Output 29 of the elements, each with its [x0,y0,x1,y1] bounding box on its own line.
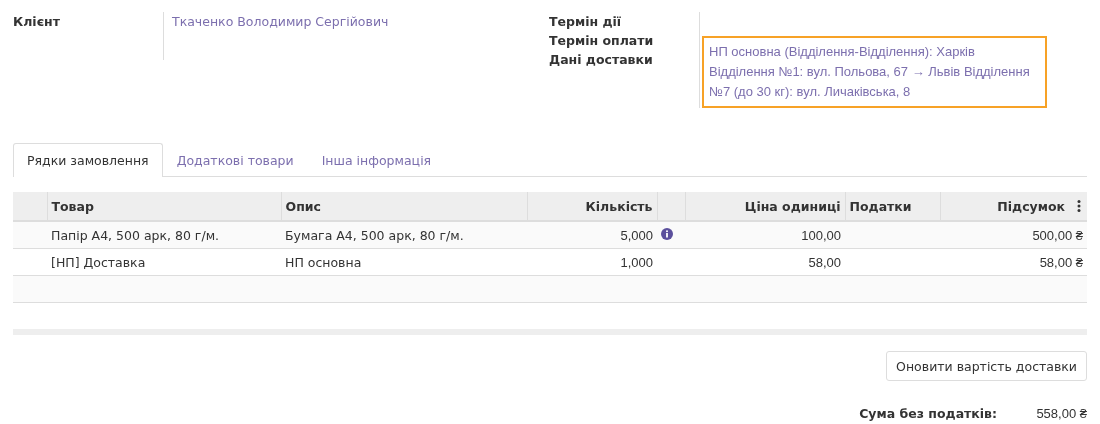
table-cell: 5,000 [527,221,657,249]
column-header[interactable]: Ціна одиниці [685,192,845,221]
field-label: Дані доставки [549,52,654,67]
customer-link[interactable]: Ткаченко Володимир Сергійович [172,12,549,30]
tab[interactable]: Інша інформація [307,143,446,177]
delivery-details: НП основна (Відділення-Відділення): Харків Відділення №1: вул. Польова, 67 → Львів Відділення №7 (до 30 кг): вул. Личаківська, 8 [702,36,1047,108]
field-label: Термін оплати [549,33,655,48]
update-delivery-button[interactable]: Оновити вартість доставки [886,351,1087,381]
table-cell: 58,00 ₴ [940,248,1087,276]
table-cell: Бумага А4, 500 арк, 80 г/м. [281,221,527,249]
column-header[interactable]: Кількість [527,192,657,221]
table-cell: 1,000 [527,248,657,276]
table-cell: [НП] Доставка [47,248,281,276]
table-cell: Папір А4, 500 арк, 80 г/м. [47,221,281,249]
field-label: Термін дії [549,14,623,29]
column-header[interactable]: Товар [47,192,281,221]
field-label: Клієнт [13,14,61,29]
info-icon[interactable] [661,227,673,240]
total-label: Сума без податків: [859,406,997,421]
kebab-menu-icon[interactable] [1077,200,1081,212]
tab[interactable]: Рядки замовлення [13,143,163,177]
table-cell: НП основна [281,248,527,276]
tab[interactable]: Додаткові товари [162,143,308,177]
total-value: 558,00 ₴ [1035,406,1087,421]
table-cell: 500,00 ₴ [940,221,1087,249]
column-header[interactable]: Податки [845,192,940,221]
column-header[interactable]: Опис [281,192,527,221]
table-cell: 100,00 [685,221,845,249]
table-cell: 58,00 [685,248,845,276]
